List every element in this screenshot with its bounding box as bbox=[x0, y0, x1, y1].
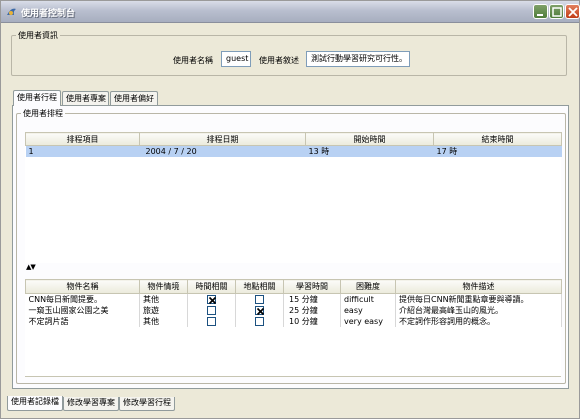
col-schedule-date[interactable]: 排程日期 bbox=[139, 132, 306, 146]
app-icon bbox=[5, 5, 18, 18]
table-row[interactable]: 不定詞片語 其他 10 分鐘 very easy 不定詞作形容詞用的概念。 bbox=[25, 316, 562, 327]
cell-start: 13 時 bbox=[305, 145, 434, 157]
user-info-legend: 使用者資訊 bbox=[18, 31, 58, 40]
cell-learning-time: 10 分鐘 bbox=[283, 316, 341, 327]
col-end-time[interactable]: 結束時間 bbox=[433, 132, 562, 146]
cell-time-related bbox=[187, 293, 236, 305]
cell-object-description: 介紹台灣最高峰玉山的風光。 bbox=[395, 305, 562, 316]
tab-user-projects[interactable]: 使用者專案 bbox=[62, 91, 109, 106]
minimize-button[interactable] bbox=[533, 4, 548, 19]
col-schedule-item[interactable]: 排程項目 bbox=[25, 132, 140, 146]
cell-object-context: 旅遊 bbox=[139, 305, 188, 316]
time-related-checkbox[interactable] bbox=[207, 295, 217, 305]
schedule-table: 排程項目 排程日期 開始時間 結束時間 1 2004 / 7 / 20 13 時… bbox=[25, 132, 562, 157]
title-bar[interactable]: 使用者控制台 bbox=[1, 1, 580, 23]
cell-difficulty: very easy bbox=[340, 316, 396, 327]
col-start-time[interactable]: 開始時間 bbox=[305, 132, 434, 146]
cell-place-related bbox=[235, 293, 284, 305]
cell-time-related bbox=[187, 316, 236, 327]
place-related-checkbox[interactable] bbox=[255, 317, 264, 326]
sort-arrows-icon[interactable]: ▲▼ bbox=[26, 263, 36, 271]
table-row[interactable]: 一窺玉山國家公園之美 旅遊 25 分鐘 easy 介紹台灣最高峰玉山的風光。 bbox=[25, 305, 562, 316]
cell-place-related bbox=[235, 316, 284, 327]
time-related-checkbox[interactable] bbox=[207, 306, 216, 315]
place-related-checkbox[interactable] bbox=[255, 306, 265, 316]
col-difficulty[interactable]: 困難度 bbox=[340, 279, 396, 294]
close-button[interactable] bbox=[565, 4, 580, 19]
cell-learning-time: 25 分鐘 bbox=[283, 305, 341, 316]
user-name-field[interactable]: guest bbox=[221, 51, 251, 67]
user-info-panel: 使用者資訊 bbox=[11, 30, 567, 76]
cell-item: 1 bbox=[25, 145, 140, 157]
table-row[interactable]: 1 2004 / 7 / 20 13 時 17 時 bbox=[25, 145, 562, 157]
cell-object-name: 不定詞片語 bbox=[25, 316, 140, 327]
window-title: 使用者控制台 bbox=[21, 9, 76, 19]
cell-object-name: 一窺玉山國家公園之美 bbox=[25, 305, 140, 316]
cell-place-related bbox=[235, 305, 284, 316]
col-object-description[interactable]: 物件描述 bbox=[395, 279, 562, 294]
cell-object-description: 不定詞作形容詞用的概念。 bbox=[395, 316, 562, 327]
table-row[interactable]: CNN每日新聞提要。 其他 15 分鐘 difficult 提供每日CNN新聞重… bbox=[25, 293, 562, 305]
tab-edit-learning-schedule[interactable]: 修改學習行程 bbox=[119, 397, 175, 411]
user-name-label: 使用者名稱 bbox=[173, 56, 213, 65]
user-desc-label: 使用者敘述 bbox=[259, 56, 299, 65]
cell-object-context: 其他 bbox=[139, 316, 188, 327]
schedule-grid-body[interactable] bbox=[25, 145, 561, 263]
col-object-context[interactable]: 物件情境 bbox=[139, 279, 188, 294]
col-learning-time[interactable]: 學習時間 bbox=[283, 279, 341, 294]
maximize-button[interactable] bbox=[549, 4, 564, 19]
app-window: 使用者控制台 使用者資訊 使用者名稱 guest 使用者敘述 測試行動學習研究可… bbox=[0, 0, 580, 419]
cell-difficulty: difficult bbox=[340, 293, 396, 305]
col-time-related[interactable]: 時間相關 bbox=[187, 279, 236, 294]
cell-object-context: 其他 bbox=[139, 293, 188, 305]
objects-table: 物件名稱 物件情境 時間相關 地點相關 學習時間 困難度 物件描述 CNN每日新… bbox=[25, 279, 562, 327]
time-related-checkbox[interactable] bbox=[207, 317, 216, 326]
tab-user-preferences[interactable]: 使用者偏好 bbox=[110, 91, 158, 106]
place-related-checkbox[interactable] bbox=[255, 295, 264, 304]
col-object-name[interactable]: 物件名稱 bbox=[25, 279, 140, 294]
col-place-related[interactable]: 地點相關 bbox=[235, 279, 284, 294]
user-desc-field[interactable]: 測試行動學習研究可行性。 bbox=[306, 51, 410, 67]
cell-learning-time: 15 分鐘 bbox=[283, 293, 341, 305]
cell-date: 2004 / 7 / 20 bbox=[139, 145, 306, 157]
tab-edit-learning-project[interactable]: 修改學習專案 bbox=[63, 397, 119, 411]
cell-difficulty: easy bbox=[340, 305, 396, 316]
cell-time-related bbox=[187, 305, 236, 316]
cell-end: 17 時 bbox=[433, 145, 562, 157]
cell-object-name: CNN每日新聞提要。 bbox=[25, 293, 140, 305]
tab-user-log[interactable]: 使用者記錄檔 bbox=[7, 396, 63, 411]
schedule-legend: 使用者排程 bbox=[23, 109, 63, 118]
cell-object-description: 提供每日CNN新聞重點章要與導讀。 bbox=[395, 293, 562, 305]
tab-user-schedule[interactable]: 使用者行程 bbox=[13, 90, 61, 106]
